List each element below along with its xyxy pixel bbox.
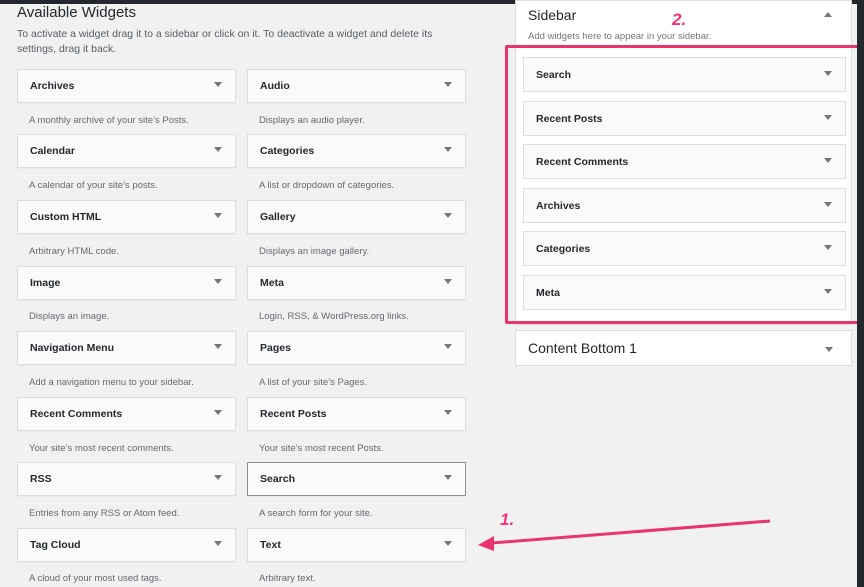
window-edge <box>857 0 864 587</box>
annotation-arrow-head <box>478 536 494 551</box>
annotation-arrow <box>478 519 771 551</box>
annotation-arrow-line <box>491 519 771 545</box>
